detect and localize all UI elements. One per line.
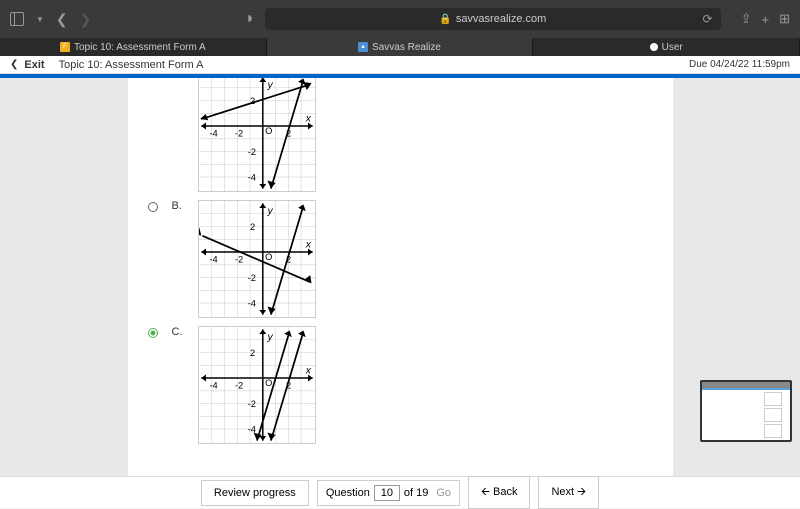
question-input[interactable]: [374, 485, 400, 501]
exit-link[interactable]: ❮ Exit Topic 10: Assessment Form A: [10, 59, 203, 71]
due-date: Due 04/24/22 11:59pm: [689, 59, 790, 70]
answer-option-b[interactable]: B. -4 -2 2 2 -2 -4 x y: [148, 200, 653, 318]
back-button[interactable]: 🡨 Back: [468, 476, 530, 509]
svg-text:2: 2: [250, 96, 255, 106]
review-progress-button[interactable]: Review progress: [201, 480, 309, 506]
address-bar[interactable]: 🔒 savvasrealize.com ⟳: [265, 8, 721, 30]
svg-text:O: O: [265, 378, 272, 388]
svg-text:2: 2: [286, 380, 291, 390]
tabs-overview-icon[interactable]: ⊞: [779, 11, 790, 27]
user-icon: [650, 43, 658, 51]
tab-label: Savvas Realize: [372, 42, 441, 53]
graph-c: -4 -2 2 2 -2 -4 x y O: [198, 326, 316, 444]
url-text: savvasrealize.com: [456, 13, 546, 25]
svg-text:-2: -2: [247, 273, 255, 283]
radio-b[interactable]: [148, 202, 158, 212]
answer-option-c[interactable]: C. -4 -2 2 2 -2 -4 x y: [148, 326, 653, 444]
svg-text:2: 2: [250, 222, 255, 232]
svg-text:-4: -4: [209, 128, 217, 138]
svg-text:y: y: [266, 332, 273, 343]
option-label-b: B.: [172, 200, 188, 318]
tab-bar: F Topic 10: Assessment Form A ▲ Savvas R…: [0, 38, 800, 56]
footer-bar: Review progress Question of 19 Go 🡨 Back…: [0, 476, 800, 508]
graph-a: -4 -2 2 2 -2 -4 x y O: [198, 78, 316, 192]
tab-icon: F: [60, 42, 70, 52]
graph-b: -4 -2 2 2 -2 -4 x y O: [198, 200, 316, 318]
content-panel: A. -4-22 2-2-4 xy: [128, 78, 673, 476]
page-title: Topic 10: Assessment Form A: [59, 59, 204, 71]
svg-text:-2: -2: [234, 128, 242, 138]
tab-assessment-form[interactable]: F Topic 10: Assessment Form A: [0, 38, 267, 56]
radio-c[interactable]: [148, 328, 158, 338]
shield-icon[interactable]: ◑: [243, 10, 253, 28]
tab-label: Topic 10: Assessment Form A: [74, 42, 206, 53]
svg-text:2: 2: [286, 254, 291, 264]
answer-option-a[interactable]: A. -4-22 2-2-4 xy: [148, 78, 653, 192]
go-button[interactable]: Go: [436, 487, 451, 499]
svg-text:-4: -4: [247, 425, 255, 435]
tab-user[interactable]: User: [533, 38, 800, 56]
tab-savvas-realize[interactable]: ▲ Savvas Realize: [267, 38, 534, 56]
svg-text:2: 2: [250, 348, 255, 358]
svg-text:-4: -4: [209, 254, 217, 264]
svg-text:x: x: [304, 239, 311, 250]
svg-text:-4: -4: [209, 380, 217, 390]
question-total: of 19: [404, 487, 428, 499]
nav-back-icon[interactable]: ❮: [56, 11, 68, 28]
svg-text:y: y: [266, 206, 273, 217]
browser-toolbar: ▼ ❮ ❯ ◑ 🔒 savvasrealize.com ⟳ ⇪ + ⊞: [0, 0, 800, 38]
plot-line-1: [202, 236, 310, 282]
svg-text:y: y: [266, 80, 273, 91]
nav-forward-icon: ❯: [80, 11, 92, 28]
sidebar-toggle-icon[interactable]: [10, 12, 24, 26]
svg-text:-2: -2: [247, 147, 255, 157]
tab-icon: ▲: [358, 42, 368, 52]
option-label-c: C.: [172, 326, 188, 444]
plot-line-1: [257, 332, 289, 441]
minimap-preview[interactable]: [700, 380, 792, 442]
content-area: A. -4-22 2-2-4 xy: [0, 78, 800, 476]
svg-text:-2: -2: [234, 254, 242, 264]
chevron-left-icon: ❮: [10, 59, 18, 70]
question-nav: Question of 19 Go: [317, 480, 460, 506]
svg-text:x: x: [304, 365, 311, 376]
exit-label: Exit: [24, 59, 44, 71]
svg-text:2: 2: [286, 128, 291, 138]
next-button[interactable]: Next 🡪: [538, 476, 599, 509]
svg-text:O: O: [265, 126, 272, 136]
chevron-down-icon[interactable]: ▼: [36, 15, 44, 24]
svg-text:-2: -2: [234, 380, 242, 390]
svg-text:O: O: [265, 252, 272, 262]
question-label: Question: [326, 487, 370, 499]
refresh-icon[interactable]: ⟳: [703, 12, 713, 26]
svg-text:-4: -4: [247, 173, 255, 183]
new-tab-icon[interactable]: +: [762, 12, 770, 27]
share-icon[interactable]: ⇪: [741, 11, 752, 27]
lock-icon: 🔒: [439, 14, 451, 25]
tab-label: User: [662, 42, 683, 53]
app-header: ❮ Exit Topic 10: Assessment Form A Due 0…: [0, 56, 800, 74]
svg-text:-4: -4: [247, 299, 255, 309]
svg-text:x: x: [304, 113, 311, 124]
svg-text:-2: -2: [247, 399, 255, 409]
